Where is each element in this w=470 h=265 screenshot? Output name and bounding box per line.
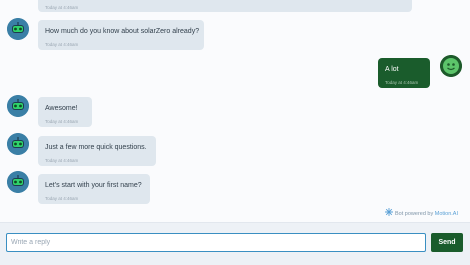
powered-by-credit: Bot powered by Motion.AI bbox=[385, 208, 458, 217]
bot-avatar-icon bbox=[7, 171, 29, 193]
bot-avatar-icon bbox=[7, 133, 29, 155]
user-message-bubble: A lot Today at 4:46am bbox=[378, 58, 430, 88]
bot-message-bubble: Let's start with your first name? Today … bbox=[38, 174, 150, 204]
message-timestamp: Today at 4:46am bbox=[45, 42, 79, 47]
bot-message-bubble: Awesome! Today at 4:46am bbox=[38, 97, 92, 127]
message-text: Awesome! bbox=[45, 105, 78, 112]
user-avatar-icon bbox=[440, 55, 462, 77]
message-text: Let's start with your first name? bbox=[45, 182, 142, 189]
bot-message-bubble: Today at 4:46am bbox=[38, 0, 412, 12]
message-text: How much do you know about solarZero alr… bbox=[45, 28, 200, 35]
bot-message-bubble: How much do you know about solarZero alr… bbox=[38, 20, 204, 50]
message-timestamp: Today at 4:46am bbox=[45, 158, 79, 163]
message-timestamp: Today at 4:46am bbox=[45, 5, 79, 10]
message-timestamp: Today at 4:46am bbox=[385, 80, 419, 85]
message-text: A lot bbox=[385, 66, 399, 73]
reply-composer: Send bbox=[0, 222, 470, 265]
bot-avatar-icon bbox=[7, 18, 29, 40]
chat-transcript: Today at 4:46am How much do you know abo… bbox=[0, 0, 470, 222]
send-button[interactable]: Send bbox=[431, 233, 463, 252]
powered-by-brand-link[interactable]: Motion.AI bbox=[435, 211, 458, 217]
motion-ai-logo-icon bbox=[385, 208, 394, 216]
message-timestamp: Today at 4:46am bbox=[45, 119, 79, 124]
message-timestamp: Today at 4:46am bbox=[45, 196, 79, 201]
powered-by-prefix: Bot powered by bbox=[395, 211, 435, 217]
reply-input[interactable] bbox=[6, 233, 426, 252]
message-text: Just a few more quick questions. bbox=[45, 144, 147, 151]
bot-message-bubble: Just a few more quick questions. Today a… bbox=[38, 136, 156, 166]
bot-avatar-icon bbox=[7, 95, 29, 117]
